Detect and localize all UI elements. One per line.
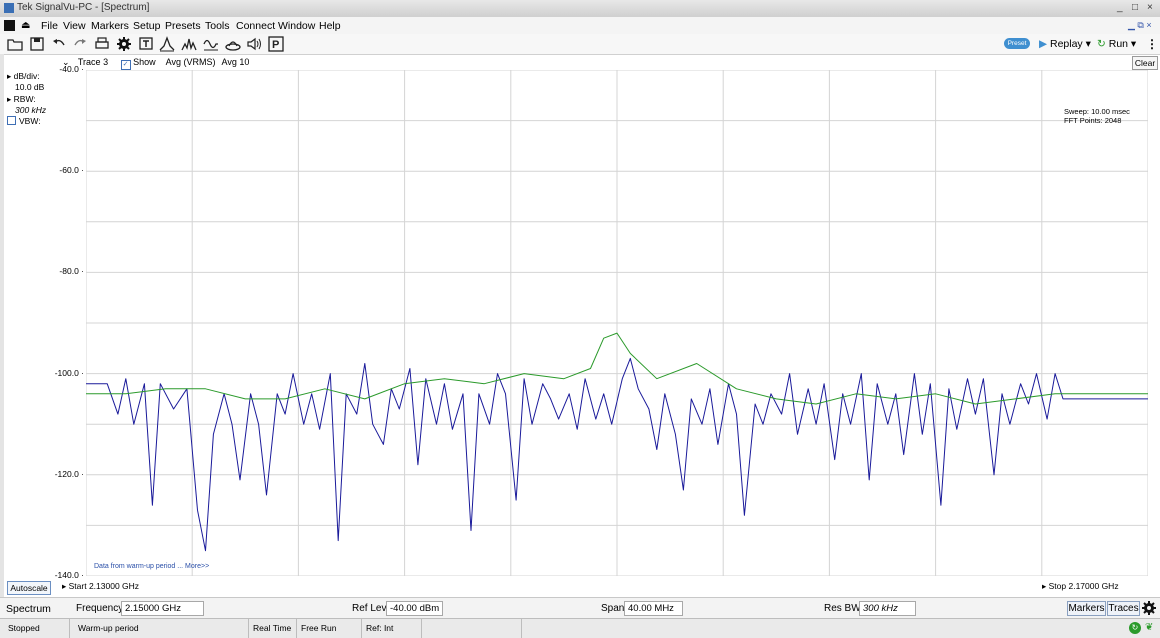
menu-bar: ⏏ File View Markers Setup Presets Tools … xyxy=(0,17,1160,34)
warmup-note[interactable]: Data from warm-up period ... More>> xyxy=(94,563,209,570)
open-folder-icon[interactable] xyxy=(7,36,23,52)
close-button[interactable]: × xyxy=(1147,2,1153,13)
play-icon: ▶ xyxy=(1039,38,1048,50)
show-label: Show xyxy=(133,57,156,67)
window-title: Tek SignalVu-PC - [Spectrum] xyxy=(17,2,150,13)
replay-label: Replay xyxy=(1050,38,1083,50)
settings-gear-icon[interactable] xyxy=(1141,600,1157,616)
markers-button[interactable]: Markers xyxy=(1067,601,1106,616)
waveform-icon[interactable] xyxy=(203,36,219,52)
spectrum-icon[interactable] xyxy=(181,36,197,52)
status-warmup: Warm-up period xyxy=(70,619,249,638)
plot-grid xyxy=(86,70,1148,576)
menu-presets[interactable]: Presets xyxy=(165,20,201,32)
span-label: Span xyxy=(601,603,625,614)
y-tick-label: -140.0 · xyxy=(54,570,84,580)
maximize-button[interactable]: □ xyxy=(1132,2,1138,13)
spectrum-plot[interactable] xyxy=(86,70,1148,576)
menu-tools[interactable]: Tools xyxy=(205,20,230,32)
preset-button[interactable]: Preset xyxy=(1004,38,1030,49)
p-icon[interactable]: P xyxy=(268,36,284,52)
menu-setup[interactable]: Setup xyxy=(133,20,160,32)
start-frequency[interactable]: ▸ Start 2.13000 GHz xyxy=(62,581,139,592)
sweep-time: Sweep: 10.00 msec xyxy=(1064,107,1130,116)
eject-icon[interactable]: ⏏ xyxy=(21,20,30,31)
ref-lev-label: Ref Lev xyxy=(352,603,387,614)
view-label: Spectrum xyxy=(6,603,51,615)
hat-icon[interactable] xyxy=(225,36,241,52)
save-icon[interactable] xyxy=(29,36,45,52)
app-icon xyxy=(4,3,14,13)
refresh-icon: ↻ xyxy=(1097,38,1106,50)
menu-connect[interactable]: Connect xyxy=(236,20,275,32)
leaf-icon: ❦ xyxy=(1145,622,1154,633)
replay-button[interactable]: ▶ Replay ▾ xyxy=(1039,38,1091,50)
show-checkbox[interactable]: ✓ xyxy=(120,60,131,70)
toolbar: P Preset ▶ Replay ▾ ↻ Run ▾ ⋮ xyxy=(0,34,1160,55)
left-edge xyxy=(0,54,4,597)
stop-frequency[interactable]: ▸ Stop 2.17000 GHz xyxy=(1042,581,1119,592)
chevron-down-icon: ▾ xyxy=(1085,38,1091,50)
detector-select[interactable]: Avg (VRMS) xyxy=(166,57,216,67)
connection-icon: ↻ xyxy=(1129,622,1141,634)
print-icon[interactable] xyxy=(94,36,110,52)
vbw-label: VBW: xyxy=(19,116,41,126)
gear-icon[interactable] xyxy=(116,36,132,52)
y-tick-label: -40.0 · xyxy=(59,64,84,74)
status-mode: Real Time xyxy=(249,619,297,638)
undo-icon[interactable] xyxy=(51,36,67,52)
mdi-controls[interactable]: ▁ ⧉ × xyxy=(1128,20,1152,31)
db-div-label: ▸ dB/div: xyxy=(7,71,40,81)
speaker-icon[interactable] xyxy=(246,36,262,52)
text-marker-icon[interactable] xyxy=(138,36,154,52)
status-trigger: Free Run xyxy=(297,619,362,638)
y-tick-label: -100.0 · xyxy=(54,367,84,378)
chevron-down-icon: ▾ xyxy=(1130,38,1137,50)
y-tick-label: -80.0 · xyxy=(59,266,84,277)
title-bar: Tek SignalVu-PC - [Spectrum] _ □ × xyxy=(0,0,1160,18)
traces-button[interactable]: Traces xyxy=(1107,601,1140,616)
svg-text:P: P xyxy=(272,39,279,51)
sweep-info: Sweep: 10.00 msec FFT Points: 2048 xyxy=(1064,107,1130,125)
redo-icon[interactable] xyxy=(72,36,88,52)
menu-view[interactable]: View xyxy=(63,20,86,32)
span-field[interactable]: 40.00 MHz xyxy=(624,601,683,616)
db-div-value[interactable]: 10.0 dB xyxy=(15,82,44,92)
status-acquisition: Stopped xyxy=(0,619,70,638)
menu-file[interactable]: File xyxy=(41,20,58,32)
status-empty xyxy=(422,619,522,638)
rbw-value[interactable]: 300 kHz xyxy=(15,105,46,115)
autoscale-button[interactable]: Autoscale xyxy=(7,581,51,595)
ref-lev-field[interactable]: -40.00 dBm xyxy=(386,601,443,616)
frequency-field[interactable]: 2.15000 GHz xyxy=(121,601,204,616)
clear-button[interactable]: Clear xyxy=(1132,56,1158,70)
run-button[interactable]: ↻ Run ▾ xyxy=(1097,38,1136,50)
res-bw-field[interactable]: 300 kHz xyxy=(859,601,916,616)
y-tick-label: -120.0 · xyxy=(54,468,84,479)
system-menu-icon[interactable] xyxy=(4,20,15,31)
run-label: Run xyxy=(1108,38,1128,50)
db-div-label-text: dB/div: xyxy=(13,71,40,81)
status-reference: Ref: Int xyxy=(362,619,422,638)
stop-frequency-text: Stop 2.17000 GHz xyxy=(1048,581,1119,591)
rbw-label: ▸ RBW: xyxy=(7,94,36,104)
control-bar: Spectrum Frequency 2.15000 GHz Ref Lev -… xyxy=(0,597,1160,619)
more-options-icon[interactable]: ⋮ xyxy=(1146,37,1158,51)
rbw-label-text: RBW: xyxy=(13,94,36,104)
trace-row: ⌄ Trace 3 ✓ Show Avg (VRMS) Avg 10 xyxy=(62,57,249,70)
fft-points: FFT Points: 2048 xyxy=(1064,116,1122,125)
res-bw-label: Res BW xyxy=(824,603,861,614)
menu-window[interactable]: Window xyxy=(278,20,315,32)
start-frequency-text: Start 2.13000 GHz xyxy=(68,581,140,591)
avg-count[interactable]: Avg 10 xyxy=(222,57,250,67)
frequency-label: Frequency xyxy=(76,603,124,614)
vbw-row: VBW: xyxy=(7,116,41,126)
minimize-button[interactable]: _ xyxy=(1117,2,1123,13)
menu-markers[interactable]: Markers xyxy=(91,20,129,32)
peak-marker-icon[interactable] xyxy=(159,36,175,52)
menu-help[interactable]: Help xyxy=(319,20,341,32)
y-tick-label: -60.0 · xyxy=(59,165,84,176)
status-bar: Stopped Warm-up period Real Time Free Ru… xyxy=(0,618,1160,638)
vbw-checkbox[interactable] xyxy=(7,116,16,125)
